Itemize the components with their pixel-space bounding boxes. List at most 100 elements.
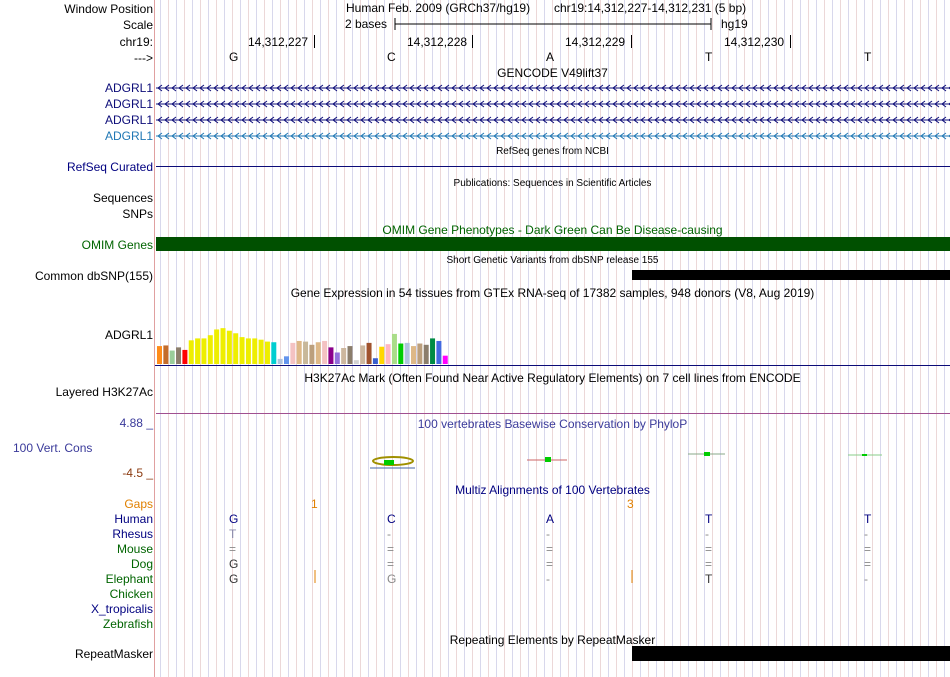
alignment-base: = (864, 557, 872, 571)
gencode-gene-3[interactable]: ADGRL1 (105, 113, 153, 127)
repeatmasker-title[interactable]: Repeating Elements by RepeatMasker (155, 633, 950, 647)
gtex-title[interactable]: Gene Expression in 54 tissues from GTEx … (155, 286, 950, 300)
h3k27ac-label[interactable]: Layered H3K27Ac (56, 385, 153, 399)
species-label[interactable]: Rhesus (112, 527, 153, 541)
gencode-transcripts[interactable] (155, 80, 950, 144)
omim-label[interactable]: OMIM Genes (82, 238, 153, 252)
publications-label-sequences[interactable]: Sequences (93, 191, 153, 205)
gtex-tissue-bar[interactable] (398, 343, 404, 364)
gtex-tissue-bar[interactable] (188, 340, 194, 364)
species-label[interactable]: X_tropicalis (91, 602, 153, 616)
repeatmasker-bar[interactable] (632, 646, 950, 661)
gtex-tissue-bar[interactable] (157, 346, 162, 364)
gtex-tissue-bar[interactable] (290, 342, 296, 364)
gtex-tissue-bar[interactable] (360, 345, 366, 364)
gtex-tissue-bar[interactable] (334, 352, 340, 364)
refseq-title[interactable]: RefSeq genes from NCBI (155, 145, 950, 159)
gtex-bar-chart[interactable] (155, 300, 950, 366)
omim-bar[interactable] (156, 237, 950, 251)
species-label[interactable]: Mouse (117, 542, 153, 556)
gtex-tissue-bar[interactable] (309, 344, 315, 364)
gtex-tissue-bar[interactable] (201, 338, 207, 364)
gtex-tissue-bar[interactable] (258, 339, 264, 364)
omim-title[interactable]: OMIM Gene Phenotypes - Dark Green Can Be… (155, 223, 950, 237)
dbsnp-variant-bar[interactable] (632, 270, 950, 280)
gtex-tissue-bar[interactable] (176, 347, 182, 364)
multiz-title[interactable]: Multiz Alignments of 100 Vertebrates (155, 483, 950, 497)
gencode-transcript-line[interactable] (156, 116, 950, 124)
gtex-tissue-bar[interactable] (430, 338, 436, 364)
gtex-tissue-bar[interactable] (182, 349, 188, 364)
gtex-tissue-bar[interactable] (322, 340, 328, 364)
gtex-tissue-bar[interactable] (379, 346, 385, 364)
scale-label: Scale (122, 18, 153, 32)
species-label[interactable]: Zebrafish (103, 617, 153, 631)
species-label[interactable]: Dog (131, 557, 153, 571)
gtex-tissue-bar[interactable] (207, 335, 213, 364)
elephant-insert-marks (314, 570, 633, 583)
multiz-gaps-label[interactable]: Gaps (124, 497, 153, 511)
gtex-tissue-bar[interactable] (296, 340, 302, 364)
h3k27ac-title[interactable]: H3K27Ac Mark (Often Found Near Active Re… (155, 371, 950, 385)
gtex-tissue-bar[interactable] (372, 358, 378, 364)
gtex-tissue-bar[interactable] (436, 340, 442, 364)
gencode-gene-4[interactable]: ADGRL1 (105, 129, 153, 143)
position-readout[interactable]: chr19:14,312,227-14,312,231 (5 bp) (554, 1, 746, 15)
gtex-tissue-bar[interactable] (353, 360, 359, 364)
repeatmasker-label[interactable]: RepeatMasker (75, 647, 153, 661)
gtex-tissue-bar[interactable] (423, 344, 429, 364)
gtex-tissue-bar[interactable] (226, 330, 232, 364)
gencode-transcript-line[interactable] (156, 132, 950, 140)
gtex-tissue-bar[interactable] (245, 338, 251, 364)
gtex-tissue-bar[interactable] (284, 356, 289, 364)
refseq-label[interactable]: RefSeq Curated (67, 160, 153, 174)
gencode-transcript-line[interactable] (156, 100, 950, 108)
phylop-label[interactable]: 100 Vert. Cons (13, 441, 92, 455)
phylop-plot[interactable] (155, 440, 950, 480)
phylop-mark-4 (848, 454, 882, 456)
gtex-tissue-bar[interactable] (220, 328, 226, 364)
gtex-gene-label[interactable]: ADGRL1 (105, 328, 153, 342)
gtex-tissue-bar[interactable] (341, 348, 347, 364)
gtex-tissue-bar[interactable] (303, 341, 309, 364)
gtex-tissue-bar[interactable] (411, 346, 416, 364)
publications-label-snps[interactable]: SNPs (122, 207, 153, 221)
refseq-line[interactable] (156, 166, 950, 167)
gtex-tissue-bar[interactable] (163, 345, 169, 364)
gencode-gene-2[interactable]: ADGRL1 (105, 97, 153, 111)
gencode-title[interactable]: GENCODE V49lift37 (155, 66, 950, 80)
base-3: A (546, 50, 555, 64)
species-label[interactable]: Human (114, 512, 153, 526)
base-1: G (229, 50, 239, 64)
gtex-tissue-bar[interactable] (385, 344, 391, 364)
gtex-tissue-bar[interactable] (195, 338, 201, 364)
gtex-tissue-bar[interactable] (391, 333, 397, 364)
species-label[interactable]: Chicken (110, 587, 153, 601)
gtex-tissue-bar[interactable] (417, 343, 423, 364)
alignment-base: = (546, 557, 554, 571)
alignment-base: = (864, 542, 872, 556)
gtex-tissue-bar[interactable] (271, 342, 277, 364)
gtex-tissue-bar[interactable] (315, 342, 321, 364)
gtex-tissue-bar[interactable] (404, 342, 410, 364)
gtex-tissue-bar[interactable] (366, 342, 372, 364)
gtex-tissue-bar[interactable] (328, 347, 334, 364)
gtex-tissue-bar[interactable] (169, 350, 175, 364)
gtex-tissue-bar[interactable] (347, 346, 353, 364)
gencode-gene-1[interactable]: ADGRL1 (105, 81, 153, 95)
gencode-transcript-line[interactable] (156, 84, 950, 92)
gtex-tissue-bar[interactable] (264, 341, 270, 364)
scale-bar (394, 18, 712, 30)
gtex-tissue-bar[interactable] (442, 355, 448, 364)
base-2: C (387, 50, 396, 64)
phylop-title[interactable]: 100 vertebrates Basewise Conservation by… (155, 417, 950, 431)
publications-title[interactable]: Publications: Sequences in Scientific Ar… (155, 177, 950, 191)
gtex-tissue-bar[interactable] (252, 338, 258, 364)
gtex-tissue-bar[interactable] (277, 358, 283, 364)
dbsnp-label[interactable]: Common dbSNP(155) (35, 269, 153, 283)
gtex-tissue-bar[interactable] (214, 329, 220, 364)
dbsnp-title[interactable]: Short Genetic Variants from dbSNP releas… (155, 254, 950, 268)
gtex-tissue-bar[interactable] (233, 333, 239, 364)
gtex-tissue-bar[interactable] (239, 337, 245, 364)
alignment-base: = (705, 542, 713, 556)
